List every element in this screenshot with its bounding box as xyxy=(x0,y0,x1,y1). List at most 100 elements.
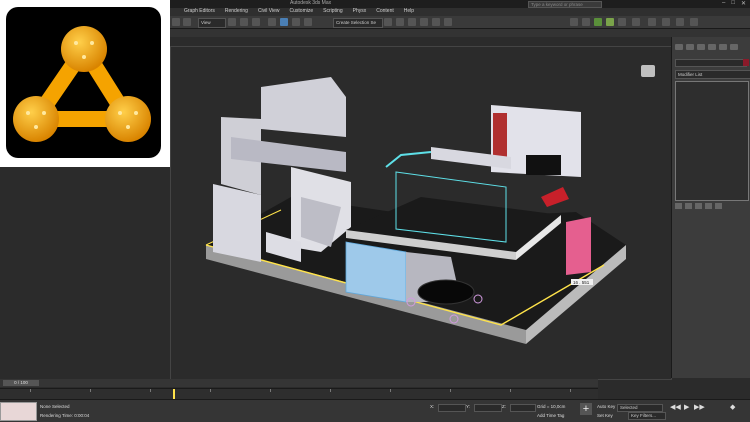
mirror-icon[interactable] xyxy=(384,18,392,26)
create-tab-icon[interactable] xyxy=(675,44,683,50)
tool-icon[interactable] xyxy=(690,18,698,26)
render-setup-icon[interactable] xyxy=(570,18,578,26)
key-filters-button[interactable]: Key Filters... xyxy=(628,412,666,420)
add-time-tag-button[interactable]: Add Time Tag xyxy=(537,413,564,418)
select-region-icon[interactable] xyxy=(183,18,191,26)
stack-buttons xyxy=(675,203,722,209)
render-frame-icon[interactable] xyxy=(582,18,590,26)
rotate-icon[interactable] xyxy=(240,18,248,26)
snap-icon[interactable] xyxy=(268,18,276,26)
window-controls: – □ ✕ xyxy=(722,0,746,7)
minimize-icon[interactable]: – xyxy=(722,0,725,7)
command-panel-tabs xyxy=(675,44,738,50)
y-coordinate-field[interactable] xyxy=(474,404,502,412)
menu-civil-view[interactable]: Civil View xyxy=(258,8,280,14)
make-unique-icon[interactable] xyxy=(695,203,702,209)
curve-editor-icon[interactable] xyxy=(420,18,428,26)
display-tab-icon[interactable] xyxy=(719,44,727,50)
object-name-field[interactable] xyxy=(675,59,747,67)
scale-icon[interactable] xyxy=(252,18,260,26)
prev-frame-icon[interactable]: ◀◀ xyxy=(670,403,681,411)
view-dropdown[interactable]: View xyxy=(198,18,226,28)
x-label: X: xyxy=(430,404,435,409)
remove-modifier-icon[interactable] xyxy=(705,203,712,209)
wall-upper-room xyxy=(261,77,346,137)
fireplace xyxy=(526,155,561,175)
schematic-icon[interactable] xyxy=(432,18,440,26)
render-iterative-icon[interactable] xyxy=(618,18,626,26)
render-time-status: Rendering Time: 0:00:04 xyxy=(40,413,90,418)
layer-icon[interactable] xyxy=(408,18,416,26)
project-icon[interactable] xyxy=(676,18,684,26)
cyan-railing xyxy=(385,151,432,168)
show-end-result-icon[interactable] xyxy=(685,203,692,209)
menu-help[interactable]: Help xyxy=(404,8,414,14)
maximize-icon[interactable]: □ xyxy=(731,0,735,7)
maxscript-listener[interactable] xyxy=(0,402,37,421)
motion-tab-icon[interactable] xyxy=(708,44,716,50)
pink-panel xyxy=(566,217,591,275)
play-icon[interactable]: ▶ xyxy=(684,403,689,411)
logo-badge xyxy=(0,0,170,167)
scene-render: 16 . 551 xyxy=(205,77,626,344)
track-bar[interactable] xyxy=(0,388,598,399)
selection-status: None Selected xyxy=(40,404,70,409)
material-editor-icon[interactable] xyxy=(444,18,452,26)
pin-stack-icon[interactable] xyxy=(675,203,682,209)
render-icon[interactable] xyxy=(594,18,602,26)
render-production-icon[interactable] xyxy=(606,18,614,26)
x-coordinate-field[interactable] xyxy=(438,404,466,412)
modifier-stack[interactable] xyxy=(675,81,749,201)
grid-size-label: Grid = 10,0cm xyxy=(537,404,566,409)
key-icon[interactable]: ◆ xyxy=(730,403,735,411)
close-icon[interactable]: ✕ xyxy=(741,0,746,7)
spinner-snap-icon[interactable] xyxy=(304,18,312,26)
align-icon[interactable] xyxy=(396,18,404,26)
move-icon[interactable] xyxy=(228,18,236,26)
current-frame-marker xyxy=(173,389,175,399)
modify-tab-icon[interactable] xyxy=(686,44,694,50)
perspective-viewport[interactable]: 16 . 551 xyxy=(170,46,672,380)
configure-icon[interactable] xyxy=(715,203,722,209)
menu-scripting[interactable]: Scripting xyxy=(323,8,342,14)
ribbon-strip xyxy=(170,29,750,37)
window-title: Autodesk 3ds Max xyxy=(290,0,332,6)
percent-snap-icon[interactable] xyxy=(292,18,300,26)
set-key-plus-button[interactable]: + xyxy=(580,403,592,415)
lower-glass-wall xyxy=(345,241,407,303)
selection-set-dropdown[interactable]: Create Selection Se xyxy=(333,18,383,28)
dimension-label: 16 . 551 xyxy=(573,280,590,285)
z-label: Z: xyxy=(502,404,506,409)
angle-snap-icon[interactable] xyxy=(280,18,288,26)
bookshelf xyxy=(493,113,507,157)
modifier-list-dropdown[interactable]: Modifier List xyxy=(675,70,750,79)
hierarchy-tab-icon[interactable] xyxy=(697,44,705,50)
lounge-chair xyxy=(541,187,569,207)
status-bar: None Selected Rendering Time: 0:00:04 X:… xyxy=(0,399,750,422)
time-slider[interactable]: 0 / 100 xyxy=(0,379,598,387)
logo-icon xyxy=(13,26,151,142)
key-mode-dropdown[interactable]: Selected xyxy=(617,404,663,412)
dining-table xyxy=(417,279,475,305)
command-panel: Modifier List xyxy=(671,37,750,378)
set-key-button[interactable]: Set Key xyxy=(597,413,613,418)
pan-icon[interactable] xyxy=(662,18,670,26)
select-icon[interactable] xyxy=(172,18,180,26)
menu-customize[interactable]: Customize xyxy=(290,8,314,14)
time-slider-thumb[interactable]: 0 / 100 xyxy=(3,380,39,386)
utilities-tab-icon[interactable] xyxy=(730,44,738,50)
search-input[interactable]: Type a keyword or phrase xyxy=(528,1,602,8)
wall-block-left xyxy=(213,184,261,262)
next-frame-icon[interactable]: ▶▶ xyxy=(694,403,705,411)
object-color-swatch[interactable] xyxy=(743,59,749,66)
menu-content[interactable]: Content xyxy=(376,8,394,14)
a360-icon[interactable] xyxy=(632,18,640,26)
menu-rendering[interactable]: Rendering xyxy=(225,8,248,14)
menu-graph-editors[interactable]: Graph Editors xyxy=(184,8,215,14)
auto-key-button[interactable]: Auto Key xyxy=(597,404,615,409)
menu-physx[interactable]: Physx xyxy=(353,8,367,14)
workspace-icon[interactable] xyxy=(648,18,656,26)
y-label: Y: xyxy=(466,404,471,409)
viewcube-icon[interactable] xyxy=(641,65,655,77)
z-coordinate-field[interactable] xyxy=(510,404,536,412)
